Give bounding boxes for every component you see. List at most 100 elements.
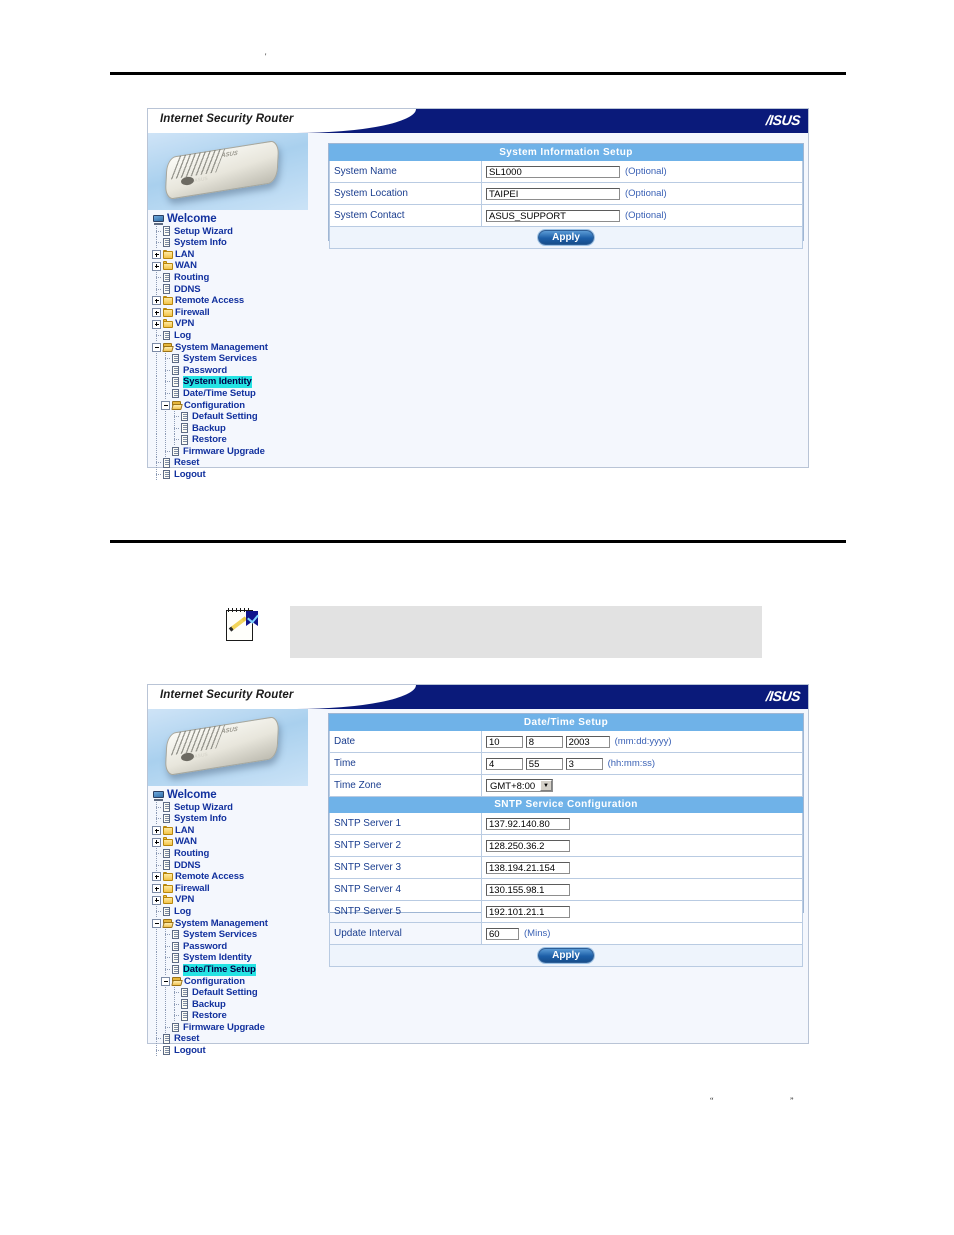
cell-system-name: SL1000 (Optional) [481,160,803,183]
page-icon [170,953,181,964]
folder-icon [162,883,173,894]
chevron-down-icon[interactable]: ▼ [540,780,552,791]
sidebar-item-vpn[interactable]: VPN [152,894,308,906]
sidebar-item-remote-access[interactable]: Remote Access [152,871,308,883]
system-location-input[interactable]: TAIPEI [486,187,620,200]
expand-node-button[interactable] [152,250,161,260]
expand-node-button[interactable] [152,319,161,329]
tree-guide-tee [152,329,161,342]
sidebar-item-system-services[interactable]: System Services [152,929,308,941]
sidebar-item-firmware-upgrade[interactable]: Firmware Upgrade [152,445,308,458]
expand-node-button[interactable] [152,296,161,306]
sidebar-item-system-management[interactable]: System Management [152,918,308,930]
sidebar-item-password[interactable]: Password [152,940,308,953]
sntp-server-4-input[interactable]: 130.155.98.1 [486,883,570,896]
sidebar-item-system-identity[interactable]: System Identity [152,376,308,388]
sntp-server-5-input[interactable]: 192.101.21.1 [486,905,570,918]
sidebar-item-routing[interactable]: Routing [152,271,308,284]
tree-guide-tee [161,387,170,400]
sidebar-item-default-setting[interactable]: Default Setting [152,987,308,999]
sntp-server-1-input[interactable]: 137.92.140.80 [486,817,570,830]
sidebar-item-system-management[interactable]: System Management [152,342,308,354]
sidebar-item-restore[interactable]: Restore [152,1010,308,1022]
sidebar-item-default-setting[interactable]: Default Setting [152,411,308,423]
sidebar-item-system-services[interactable]: System Services [152,353,308,365]
sidebar-item-setup-wizard[interactable]: Setup Wizard [152,225,308,238]
sidebar-item-firewall[interactable]: Firewall [152,883,308,895]
sidebar-item-system-info[interactable]: System Info [152,813,308,825]
time-second-input[interactable]: 3 [565,757,603,770]
tree-guide-tee [170,987,179,999]
sidebar-item-setup-wizard[interactable]: Setup Wizard [152,801,308,814]
sidebar-item-log[interactable]: Log [152,329,308,342]
expand-node-button[interactable] [152,308,161,318]
sidebar-item-wan[interactable]: WAN [152,836,308,848]
sntp-server-3-input[interactable]: 138.194.21.154 [486,861,570,874]
expand-node-button[interactable] [152,872,161,882]
page-icon [161,860,172,871]
sidebar-item-configuration[interactable]: Configuration [152,399,308,412]
navigation-tree-1: Welcome Setup Wizard System Info LAN WAN Rout… [148,210,308,487]
table-row: Time 4 55 3 (hh:mm:ss) [329,752,803,775]
sidebar-item-reset[interactable]: Reset [152,1033,308,1045]
sidebar-item-backup[interactable]: Backup [152,998,308,1011]
sidebar-item-system-info[interactable]: System Info [152,237,308,249]
apply-button-2[interactable]: Apply [538,948,594,963]
system-name-input[interactable]: SL1000 [486,165,620,178]
sidebar-item-reset[interactable]: Reset [152,457,308,469]
sidebar-item-configuration[interactable]: Configuration [152,975,308,988]
sidebar-item-system-identity[interactable]: System Identity [152,952,308,964]
time-zone-select[interactable]: GMT+8:00 ▼ [486,779,553,792]
sntp-server-2-input[interactable]: 128.250.36.2 [486,839,570,852]
sidebar-root-welcome[interactable]: Welcome [152,213,308,226]
expand-node-button[interactable] [152,261,161,271]
expand-node-button[interactable] [152,884,161,894]
tree-guide [161,411,170,423]
date-year-input[interactable]: 2003 [565,735,610,748]
apply-cell-2: Apply [329,944,803,967]
tree-guide [152,987,161,999]
sidebar-item-lan[interactable]: LAN [152,249,308,261]
sidebar-item-password[interactable]: Password [152,364,308,377]
sidebar-item-restore[interactable]: Restore [152,434,308,446]
sidebar-item-firewall[interactable]: Firewall [152,307,308,319]
date-month-input[interactable]: 10 [486,735,523,748]
cell-sntp-server-1: 137.92.140.80 [481,812,803,835]
collapse-node-button[interactable] [161,976,170,986]
collapse-node-button[interactable] [152,918,161,928]
collapse-node-button[interactable] [161,400,170,410]
sidebar-item-logout[interactable]: Logout [152,1045,308,1057]
date-day-input[interactable]: 8 [525,735,563,748]
expand-node-button[interactable] [152,837,161,847]
apply-button[interactable]: Apply [538,230,594,245]
expand-node-button[interactable] [152,826,161,836]
sidebar-item-date-time-setup[interactable]: Date/Time Setup [152,963,308,976]
sidebar-item-ddns[interactable]: DDNS [152,859,308,872]
sidebar-item-label: Firmware Upgrade [183,1021,265,1033]
collapse-node-button[interactable] [152,342,161,352]
sidebar-item-label: Restore [192,1010,227,1022]
sidebar-item-wan[interactable]: WAN [152,260,308,272]
sidebar-item-routing[interactable]: Routing [152,847,308,860]
sidebar-item-firmware-upgrade[interactable]: Firmware Upgrade [152,1021,308,1034]
time-minute-input[interactable]: 55 [525,757,563,770]
sidebar-item-backup[interactable]: Backup [152,422,308,435]
folder-icon [162,249,173,260]
sidebar-item-label: System Info [174,813,227,825]
sidebar-item-vpn[interactable]: VPN [152,318,308,330]
sidebar-item-date-time-setup[interactable]: Date/Time Setup [152,387,308,400]
update-interval-input[interactable]: 60 [486,927,519,940]
time-hour-input[interactable]: 4 [486,757,523,770]
system-contact-input[interactable]: ASUS_SUPPORT [486,209,620,222]
sidebar-item-log[interactable]: Log [152,905,308,918]
sidebar-item-label: Routing [174,847,210,859]
sidebar-item-remote-access[interactable]: Remote Access [152,295,308,307]
sidebar-item-lan[interactable]: LAN [152,825,308,837]
tree-guide [152,1010,161,1022]
sidebar-item-ddns[interactable]: DDNS [152,283,308,296]
sidebar-item-label: System Services [183,353,258,365]
sidebar-root-welcome[interactable]: Welcome [152,789,308,802]
expand-node-button[interactable] [152,895,161,905]
sidebar-item-logout[interactable]: Logout [152,469,308,481]
tree-guide-tee [161,353,170,365]
